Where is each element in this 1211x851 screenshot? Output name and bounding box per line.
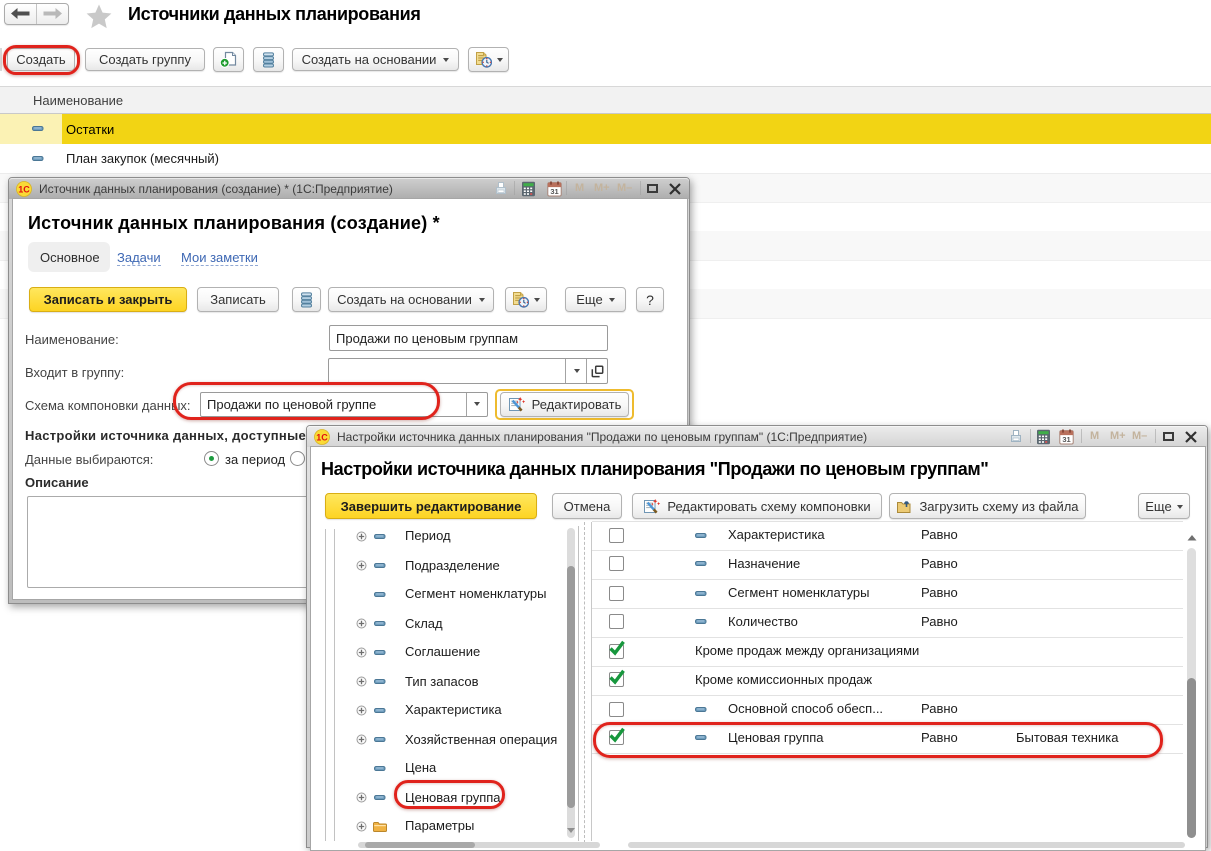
svg-text:1С: 1С: [316, 432, 328, 442]
svg-text:1С: 1С: [18, 184, 30, 194]
svg-text:31: 31: [1062, 435, 1070, 444]
svg-text:31: 31: [550, 187, 558, 196]
